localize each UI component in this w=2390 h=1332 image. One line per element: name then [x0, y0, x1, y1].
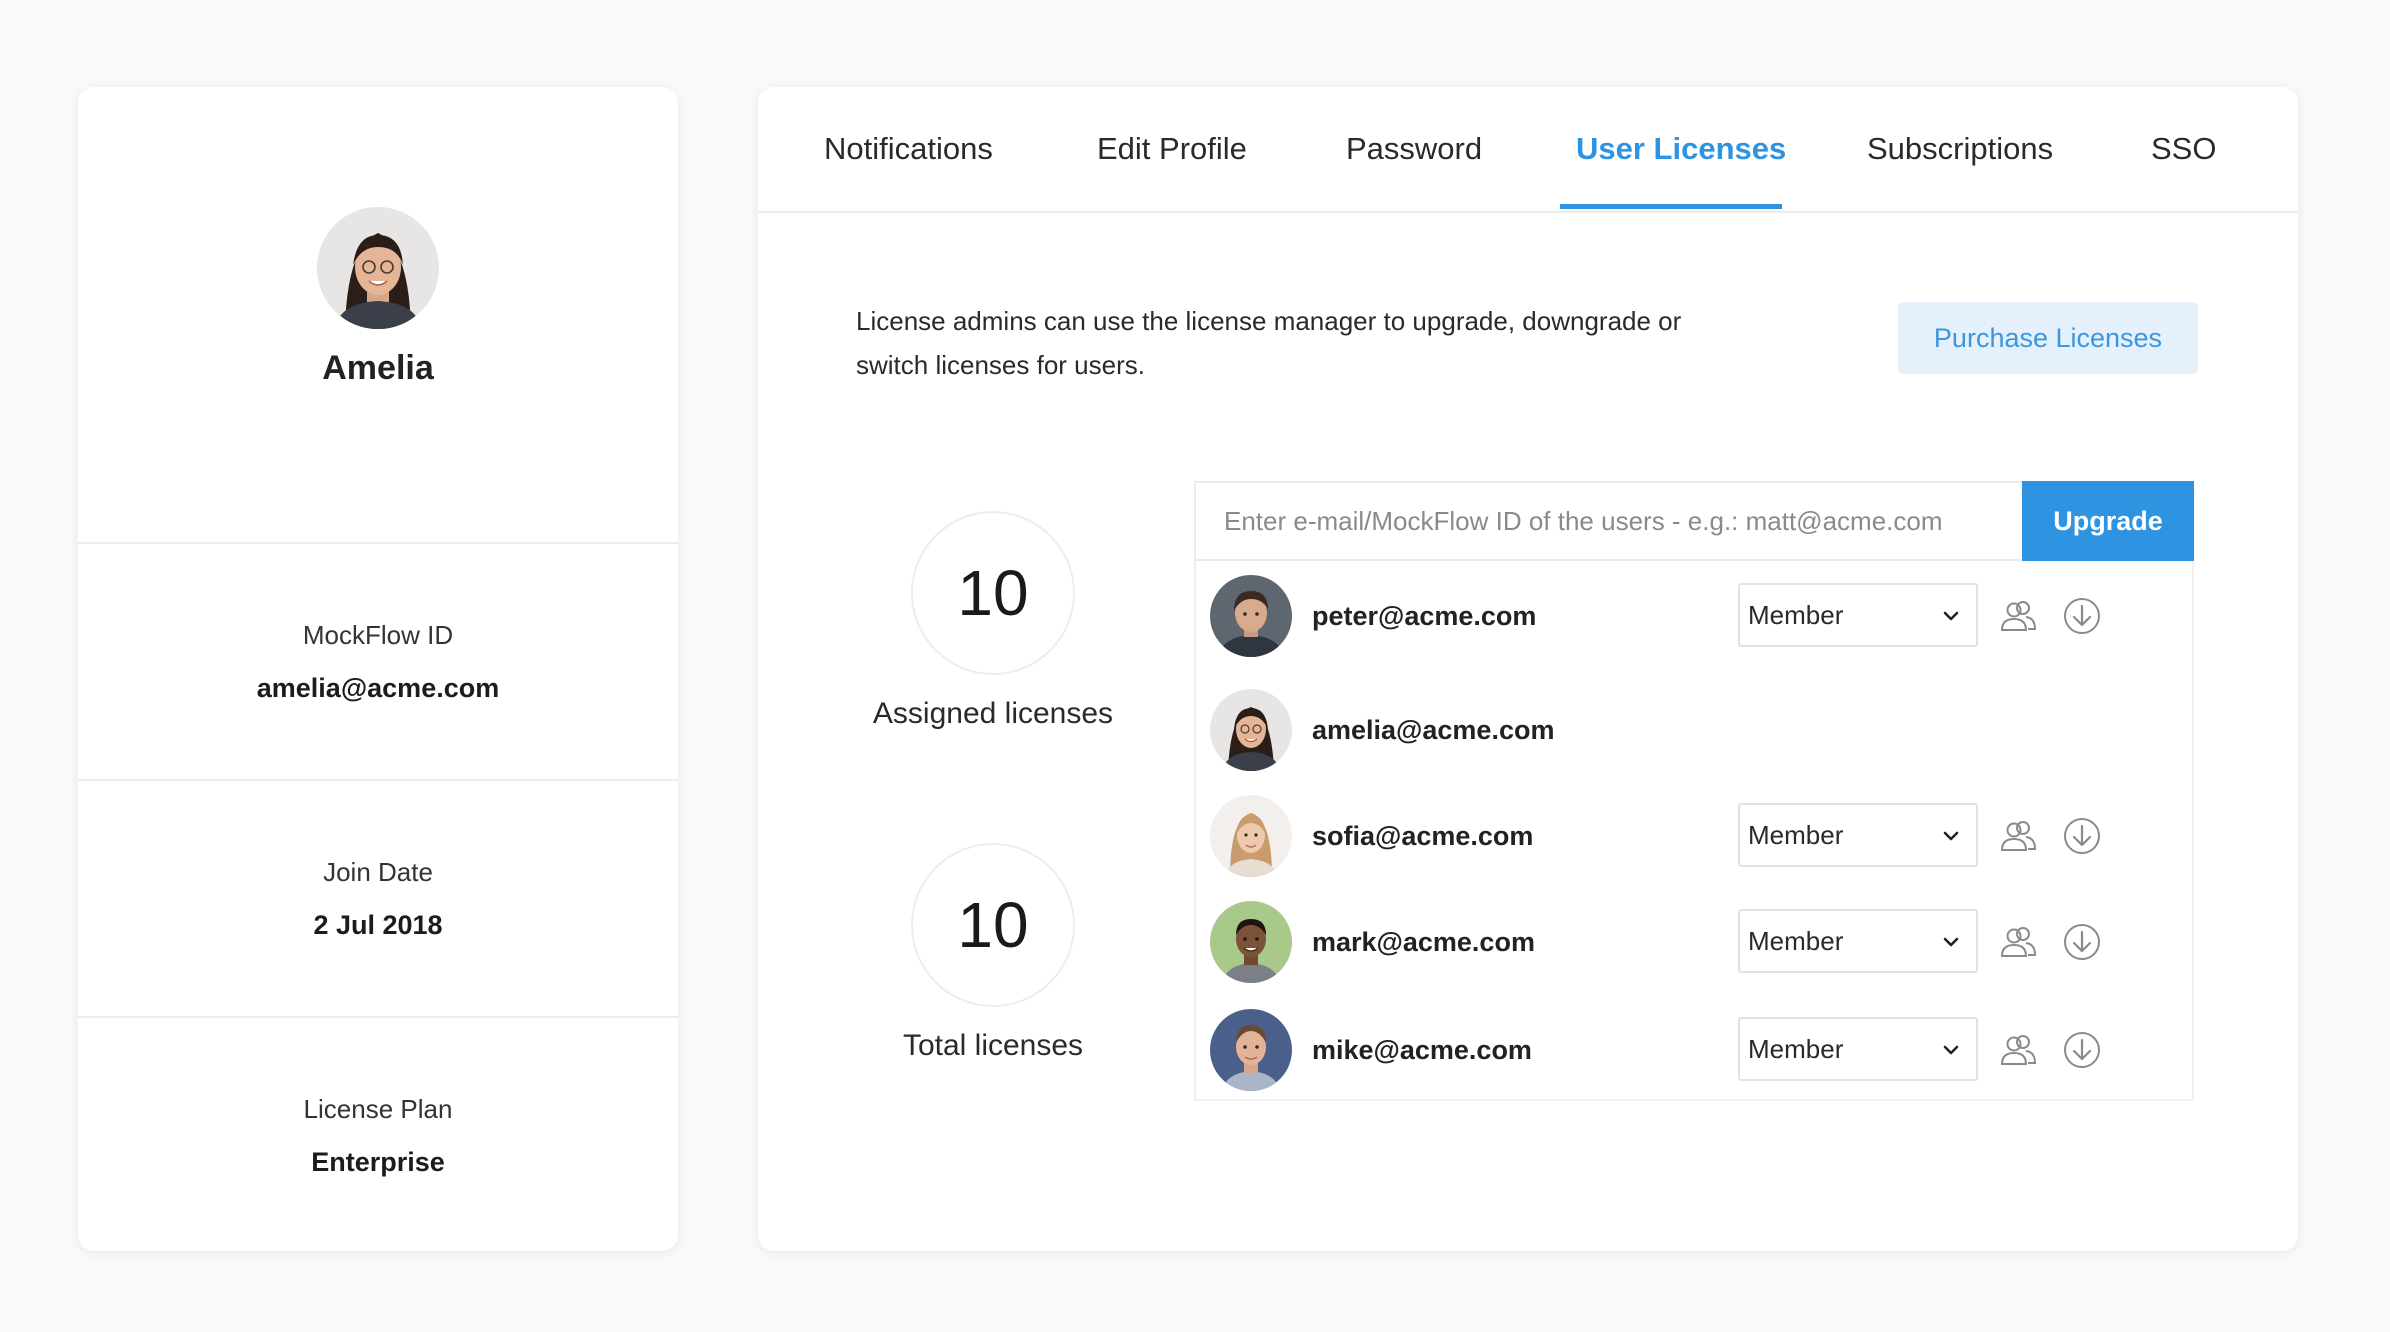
profile-card: Amelia MockFlow ID amelia@acme.com Join … [78, 87, 678, 1251]
users-icon[interactable] [1996, 814, 2040, 858]
license-description: License admins can use the license manag… [856, 306, 1682, 380]
avatar [1210, 901, 1292, 983]
user-row-peter: peter@acme.com Member [1196, 571, 2196, 661]
role-select[interactable]: Member [1738, 803, 1978, 867]
active-tab-indicator [1560, 204, 1782, 209]
avatar-mark-image [1210, 901, 1292, 983]
download-icon[interactable] [2060, 814, 2104, 858]
total-licenses-stat: 10 Total licenses [828, 843, 1158, 1063]
avatar-mike-image [1210, 1009, 1292, 1091]
avatar-amelia-image [317, 207, 439, 329]
upgrade-form: Upgrade [1194, 481, 2194, 561]
user-email: mark@acme.com [1312, 927, 1535, 957]
role-select[interactable]: Member [1738, 909, 1978, 973]
role-select-value: Member [1748, 820, 1844, 850]
avatar-sofia-image [1210, 795, 1292, 877]
download-icon[interactable] [2060, 920, 2104, 964]
download-icon[interactable] [2060, 594, 2104, 638]
chevron-down-icon [1943, 937, 1959, 947]
user-search-input[interactable] [1194, 481, 2022, 561]
profile-header: Amelia [78, 87, 678, 544]
chevron-down-icon [1943, 611, 1959, 621]
chevron-down-icon [1943, 831, 1959, 841]
avatar-amelia-small-image [1210, 689, 1292, 771]
license-plan-value: Enterprise [311, 1146, 445, 1177]
user-email: amelia@acme.com [1312, 715, 1555, 745]
avatar [1210, 689, 1292, 771]
users-icon[interactable] [1996, 920, 2040, 964]
mockflow-id-section: MockFlow ID amelia@acme.com [78, 544, 678, 781]
user-row-mike: mike@acme.com Member [1196, 1005, 2196, 1095]
avatar [1210, 575, 1292, 657]
user-email: peter@acme.com [1312, 601, 1537, 631]
assigned-licenses-label: Assigned licenses [872, 697, 1114, 730]
avatar [1210, 795, 1292, 877]
avatar [317, 207, 439, 329]
user-row-sofia: sofia@acme.com Member [1196, 791, 2196, 881]
main-card: Notifications Edit Profile Password User… [758, 87, 2298, 1251]
avatar [1210, 1009, 1292, 1091]
upgrade-button[interactable]: Upgrade [2022, 481, 2194, 561]
users-list: peter@acme.com Member amelia@acme.com so… [1194, 561, 2194, 1101]
join-date-label: Join Date [323, 856, 433, 887]
user-row-mark: mark@acme.com Member [1196, 897, 2196, 987]
tab-sso[interactable]: SSO [2151, 87, 2216, 211]
purchase-licenses-button[interactable]: Purchase Licenses [1898, 302, 2198, 374]
user-row-amelia: amelia@acme.com [1196, 685, 2196, 775]
license-plan-section: License Plan Enterprise [78, 1018, 678, 1251]
join-date-section: Join Date 2 Jul 2018 [78, 781, 678, 1018]
user-email: mike@acme.com [1312, 1035, 1532, 1065]
role-select[interactable]: Member [1738, 583, 1978, 647]
profile-name: Amelia [322, 349, 434, 387]
license-plan-label: License Plan [303, 1093, 453, 1124]
role-select[interactable]: Member [1738, 1017, 1978, 1081]
role-select-value: Member [1748, 926, 1844, 956]
mockflow-id-label: MockFlow ID [302, 619, 454, 650]
total-licenses-label: Total licenses [902, 1029, 1084, 1062]
users-icon[interactable] [1996, 1028, 2040, 1072]
tab-user-licenses[interactable]: User Licenses [1576, 87, 1786, 211]
users-icon[interactable] [1996, 594, 2040, 638]
tab-subscriptions[interactable]: Subscriptions [1867, 87, 2053, 211]
join-date-value: 2 Jul 2018 [313, 909, 443, 940]
download-icon[interactable] [2060, 1028, 2104, 1072]
chevron-down-icon [1943, 1045, 1959, 1055]
tab-edit-profile[interactable]: Edit Profile [1097, 87, 1247, 211]
tab-notifications[interactable]: Notifications [824, 87, 993, 211]
tab-password[interactable]: Password [1346, 87, 1482, 211]
mockflow-id-value: amelia@acme.com [256, 672, 500, 703]
role-select-value: Member [1748, 1034, 1844, 1064]
assigned-licenses-stat: 10 Assigned licenses [828, 511, 1158, 731]
tab-bar: Notifications Edit Profile Password User… [758, 87, 2298, 213]
avatar-peter-image [1210, 575, 1292, 657]
user-email: sofia@acme.com [1312, 821, 1534, 851]
assigned-licenses-count: 10 [911, 511, 1075, 675]
total-licenses-count: 10 [911, 843, 1075, 1007]
role-select-value: Member [1748, 600, 1844, 630]
